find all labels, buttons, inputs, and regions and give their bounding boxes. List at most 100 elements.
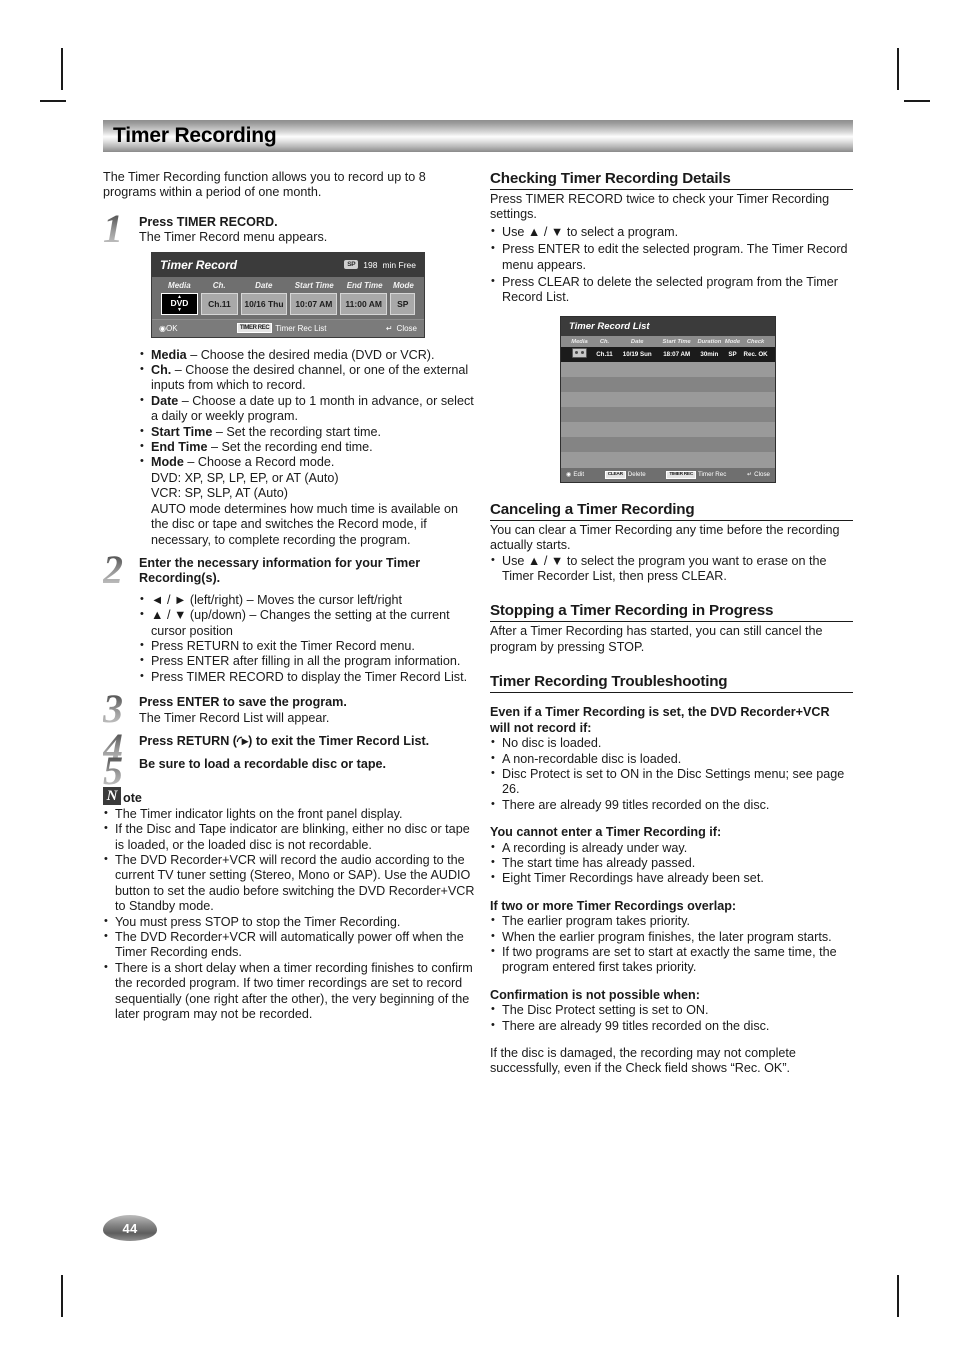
- page-title-banner: Timer Recording: [103, 120, 853, 152]
- two-column-layout: The Timer Recording function allows you …: [103, 170, 853, 1077]
- clear-badge-icon: CLEAR: [604, 470, 626, 479]
- timer-rec-label: Timer Rec: [698, 471, 727, 479]
- channel-field[interactable]: Ch.11: [201, 292, 238, 315]
- sp-badge-icon: SP: [344, 260, 359, 270]
- step-3-heading: Press ENTER to save the program.: [139, 695, 347, 710]
- trouble-4-item-1: The Disc Protect setting is set to ON.: [490, 1002, 853, 1018]
- osd-timer-record-header: Timer Record SP 198 min Free: [152, 252, 424, 277]
- desc-end-time: – Set the recording end time.: [207, 440, 373, 455]
- checking-bullet-enter: Press ENTER to edit the selected program…: [490, 241, 853, 273]
- desc-date: – Choose a date up to 1 month in advance…: [151, 393, 474, 424]
- start-time-field[interactable]: 10:07 AM: [290, 292, 338, 315]
- troubleshooting-closing: If the disc is damaged, the recording ma…: [490, 1046, 796, 1076]
- return-arrow-icon: ↵: [385, 323, 393, 333]
- osd-column-headers: Media Ch. Date Start Time End Time Mode: [152, 277, 424, 290]
- step2-bullet-enter: Press ENTER after filling in all the pro…: [139, 653, 478, 669]
- checking-bullet-select: Use ▲ / ▼ to select a program.: [490, 224, 853, 240]
- canceling-body: You can clear a Timer Recording any time…: [490, 522, 840, 553]
- table-row-empty[interactable]: [561, 376, 775, 392]
- term-mode: Mode: [151, 455, 184, 470]
- list-col-date: Date: [630, 338, 644, 345]
- table-row-empty[interactable]: [561, 391, 775, 407]
- desc-media: – Choose the desired media (DVD or VCR).: [186, 347, 435, 362]
- trouble-group-3-title: If two or more Timer Recordings overlap:: [490, 898, 737, 913]
- trouble-group-2-list: A recording is already under way. The st…: [490, 840, 853, 887]
- close-label: Close: [396, 323, 417, 333]
- close-hint[interactable]: ↵ Close: [386, 324, 417, 333]
- step-1: 1 Press TIMER RECORD. The Timer Record m…: [103, 208, 478, 248]
- crop-mark-bottom-left-v: [61, 1275, 63, 1317]
- row-duration: 30min: [700, 350, 719, 358]
- timer-rec-badge-icon: TIMER REC: [236, 323, 273, 334]
- crop-mark-bottom-right-v: [897, 1275, 899, 1317]
- free-label: min Free: [382, 259, 416, 270]
- note-list: The Timer indicator lights on the front …: [103, 806, 478, 1023]
- edit-hint[interactable]: ◉ Edit: [566, 471, 584, 478]
- osd-list-footer: ◉ Edit CLEAR Delete TIMER REC Timer Rec: [561, 466, 775, 482]
- field-description-list: Media – Choose the desired media (DVD or…: [139, 347, 478, 548]
- crop-mark-top-right-v: [897, 48, 899, 90]
- term-media: Media: [151, 347, 187, 362]
- trouble-group-3-list: The earlier program takes priority. When…: [490, 913, 853, 976]
- note-item-audio: The DVD Recorder+VCR will record the aud…: [103, 852, 478, 915]
- note-item-stop: You must press STOP to stop the Timer Re…: [103, 914, 478, 930]
- trouble-1-item-4: There are already 99 titles recorded on …: [490, 797, 853, 813]
- step-2: 2 Enter the necessary information for yo…: [103, 549, 478, 589]
- trouble-group-2-title: You cannot enter a Timer Recording if:: [490, 825, 722, 840]
- page-number: 44: [122, 1220, 138, 1236]
- canceling-bullet-erase: Use ▲ / ▼ to select the program you want…: [490, 553, 853, 585]
- enter-circle-icon: ◉: [159, 323, 166, 333]
- free-minutes: 198: [363, 259, 378, 270]
- arrow-down-icon: ▼: [176, 306, 182, 313]
- return-arrow-icon: ↵: [746, 471, 753, 479]
- date-field[interactable]: 10/16 Thu: [240, 292, 288, 315]
- row-start-time: 18:07 AM: [663, 350, 691, 358]
- close-hint[interactable]: ↵ Close: [747, 471, 770, 478]
- trouble-4-item-2: There are already 99 titles recorded on …: [490, 1018, 853, 1034]
- mode-field[interactable]: SP: [390, 292, 416, 315]
- timer-rec-list-hint[interactable]: TIMER REC Timer Rec List: [178, 323, 386, 334]
- trouble-group-1-list: No disc is loaded. A non-recordable disc…: [490, 735, 853, 813]
- bullet-ch: Ch. – Choose the desired channel, or one…: [139, 362, 478, 394]
- list-col-start-time: Start Time: [662, 338, 691, 345]
- heading-troubleshooting: Timer Recording Troubleshooting: [490, 673, 853, 694]
- step2-bullet-return: Press RETURN to exit the Timer Record me…: [139, 638, 478, 654]
- list-col-mode: Mode: [724, 338, 741, 345]
- ok-label: OK: [165, 323, 178, 333]
- table-row-empty[interactable]: [561, 451, 775, 467]
- step-5: 5 Be sure to load a recordable disc or t…: [103, 751, 478, 791]
- trouble-group-4-list: The Disc Protect setting is set to ON. T…: [490, 1002, 853, 1034]
- table-row-empty[interactable]: [561, 406, 775, 422]
- media-field[interactable]: ▲ DVD ▼: [160, 292, 199, 315]
- row-ch: Ch.11: [596, 350, 613, 358]
- bullet-media: Media – Choose the desired media (DVD or…: [139, 347, 478, 363]
- step-2-number: 2: [103, 546, 123, 592]
- end-time-field[interactable]: 11:00 AM: [340, 292, 388, 315]
- heading-checking-details: Checking Timer Recording Details: [490, 170, 853, 190]
- table-row[interactable]: Ch.11 10/19 Sun 18:07 AM 30min SP Rec. O…: [561, 346, 775, 362]
- step-5-heading: Be sure to load a recordable disc or tap…: [139, 757, 387, 772]
- ok-hint[interactable]: ◉OK: [159, 324, 178, 333]
- enter-circle-icon: ◉: [566, 471, 572, 479]
- timer-rec-hint[interactable]: TIMER REC Timer Rec: [666, 470, 727, 479]
- row-date: 10/19 Sun: [622, 350, 652, 358]
- table-row-empty[interactable]: [561, 436, 775, 452]
- desc-ch: – Choose the desired channel, or one of …: [151, 363, 469, 393]
- step-5-number: 5: [103, 748, 123, 794]
- stopping-body: After a Timer Recording has started, you…: [490, 624, 823, 654]
- table-row-empty[interactable]: [561, 421, 775, 437]
- tape-icon: [571, 348, 587, 359]
- step2-bullet-updown: ▲ / ▼ (up/down) – Changes the setting at…: [139, 607, 478, 639]
- col-start-time: Start Time: [294, 280, 334, 290]
- col-ch: Ch.: [212, 280, 226, 290]
- canceling-list: Use ▲ / ▼ to select the program you want…: [490, 553, 853, 585]
- list-col-duration: Duration: [697, 338, 722, 345]
- step-1-number: 1: [103, 205, 123, 251]
- osd-timer-record-list: Timer Record List Media Ch. Date Start T…: [560, 315, 776, 483]
- note-item-delay: There is a short delay when a timer reco…: [103, 960, 478, 1023]
- trouble-1-item-2: A non-recordable disc is loaded.: [490, 750, 853, 767]
- table-row-empty[interactable]: [561, 361, 775, 377]
- delete-hint[interactable]: CLEAR Delete: [604, 470, 646, 479]
- trouble-1-item-3: Disc Protect is set to ON in the Disc Se…: [490, 766, 853, 798]
- timer-rec-badge-icon: TIMER REC: [666, 470, 696, 479]
